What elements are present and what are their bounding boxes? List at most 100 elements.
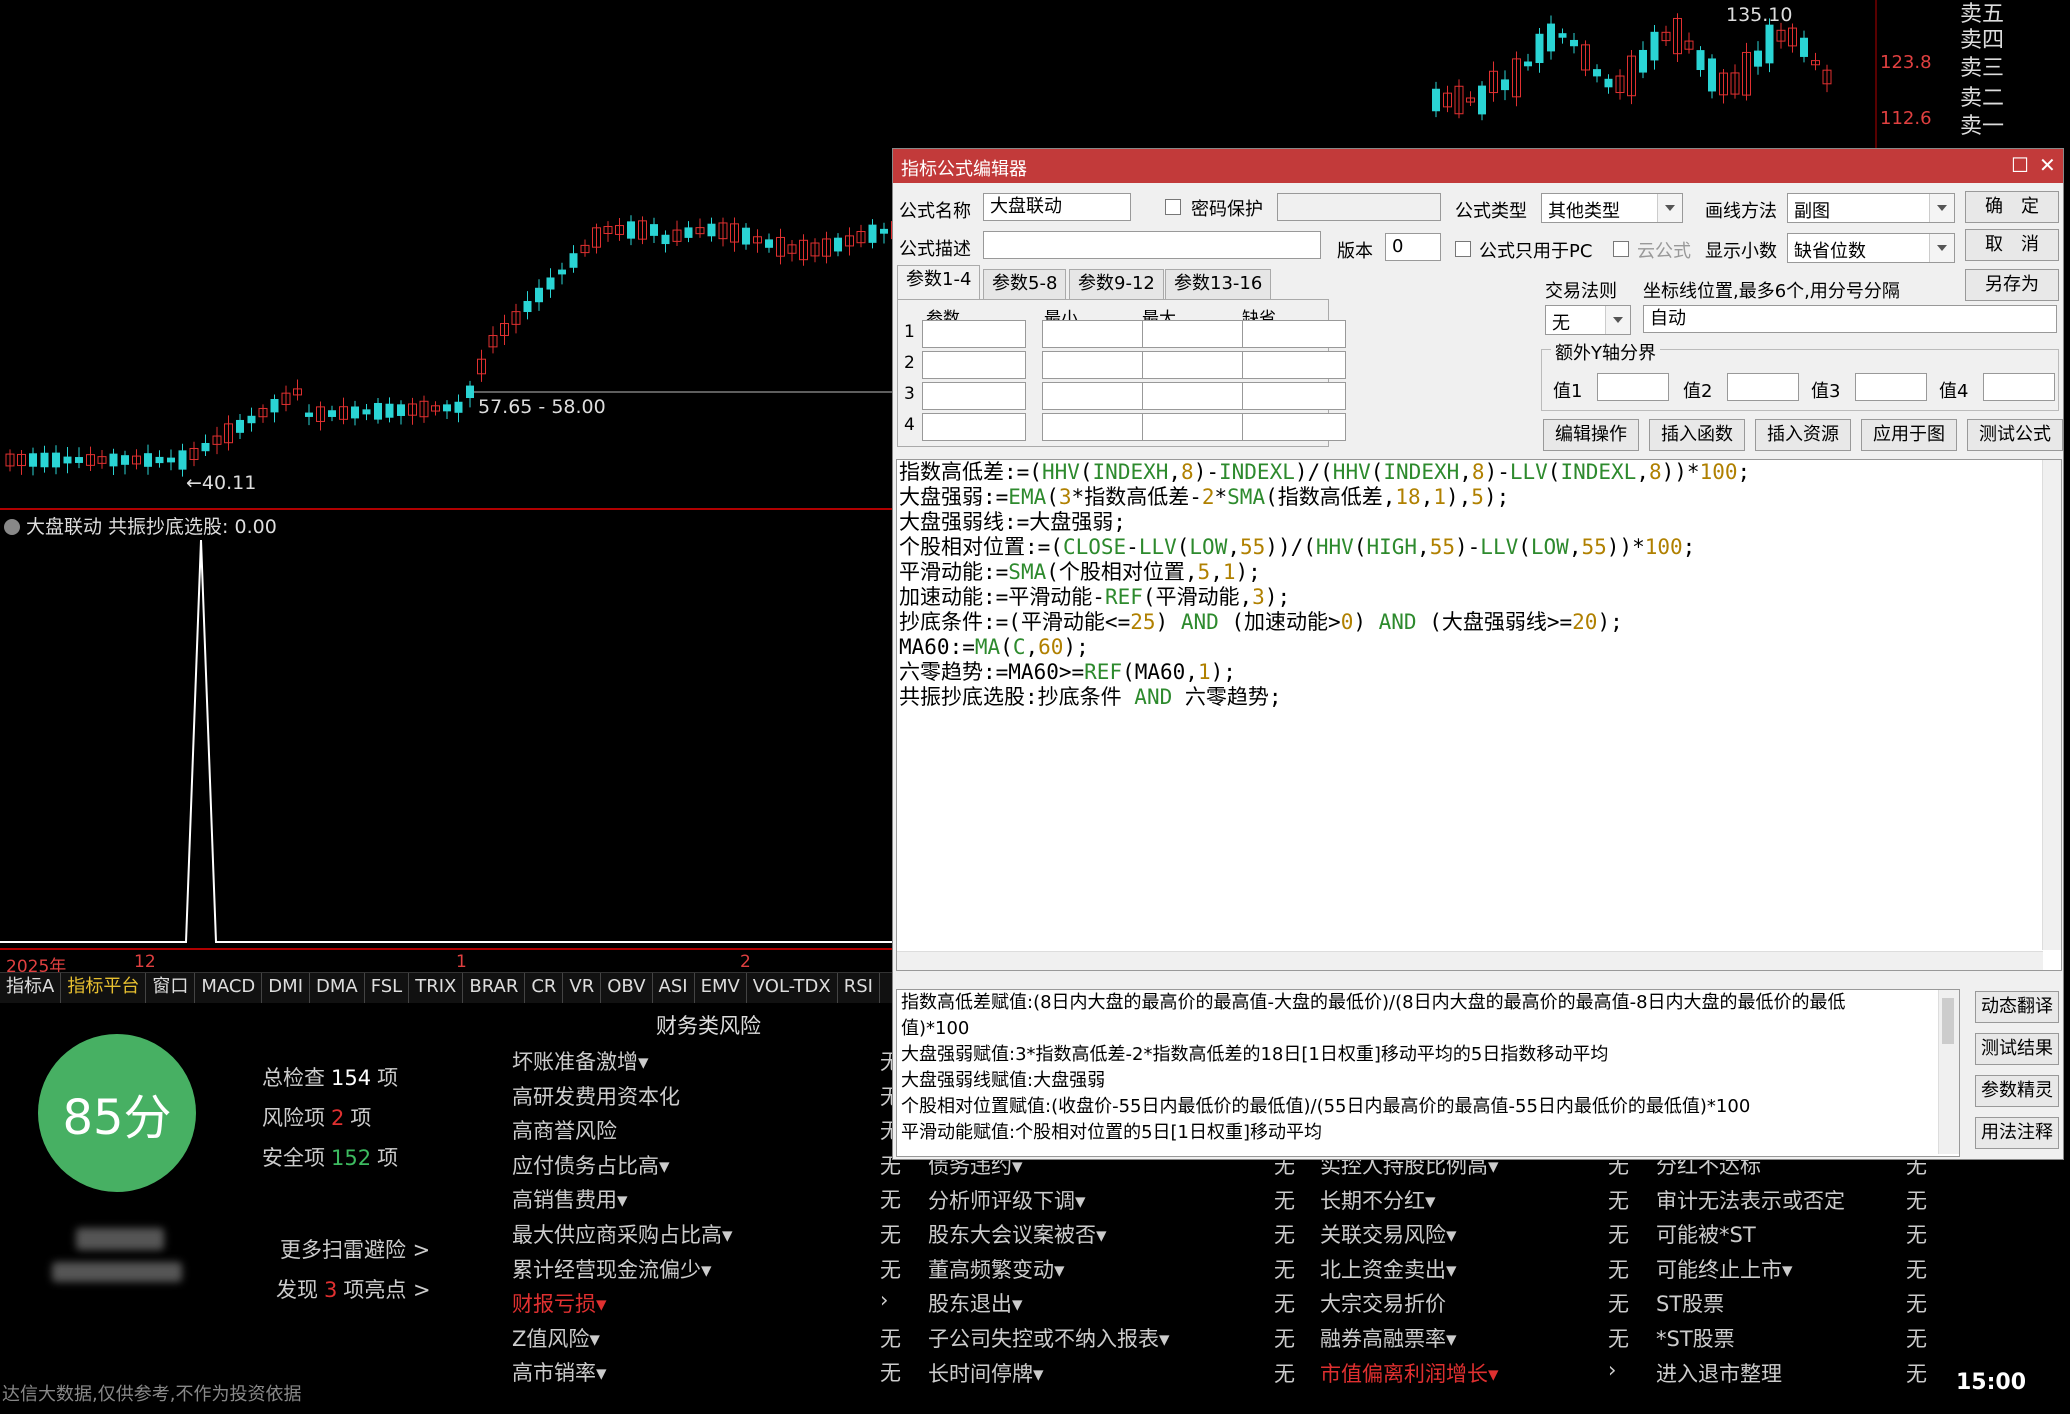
risk-item[interactable]: ST股票: [1656, 1288, 1724, 1318]
param-cell-input[interactable]: [1142, 351, 1246, 379]
editor-side-button[interactable]: 动态翻译: [1975, 991, 2059, 1023]
indicator-tab[interactable]: 指标平台: [61, 973, 147, 1003]
decimal-select[interactable]: 缺省位数: [1787, 233, 1955, 263]
param-cell-input[interactable]: [922, 320, 1026, 348]
pc-only-checkbox[interactable]: [1455, 241, 1471, 257]
more-scan-link[interactable]: 更多扫雷避险 >: [280, 1234, 430, 1264]
risk-item[interactable]: 高研发费用资本化: [512, 1081, 680, 1111]
risk-item[interactable]: *ST股票: [1656, 1323, 1735, 1353]
type-select[interactable]: 其他类型: [1541, 193, 1683, 223]
param-cell-input[interactable]: [1142, 382, 1246, 410]
risk-item[interactable]: 可能被*ST: [1656, 1219, 1756, 1249]
param-cell-input[interactable]: [1142, 320, 1246, 348]
tab-params-5-8[interactable]: 参数5-8: [983, 269, 1067, 300]
param-cell-input[interactable]: [1242, 351, 1346, 379]
param-cell-input[interactable]: [1242, 413, 1346, 441]
toggle-icon[interactable]: [4, 519, 20, 535]
tab-params-1-4[interactable]: 参数1-4: [897, 265, 981, 300]
param-cell-input[interactable]: [1042, 382, 1146, 410]
version-input[interactable]: 0: [1385, 233, 1441, 261]
param-cell-input[interactable]: [922, 351, 1026, 379]
indicator-tab[interactable]: OBV: [601, 973, 653, 1003]
param-cell-input[interactable]: [1242, 382, 1346, 410]
indicator-tab[interactable]: MACD: [195, 973, 263, 1003]
param-cell-input[interactable]: [922, 413, 1026, 441]
indicator-tab[interactable]: TRIX: [409, 973, 464, 1003]
dialog-titlebar[interactable]: 指标公式编辑器 ☐ ✕: [893, 149, 2063, 183]
risk-item[interactable]: 长期不分红▾: [1320, 1185, 1436, 1215]
ok-button[interactable]: 确 定: [1965, 191, 2059, 223]
password-input[interactable]: [1277, 193, 1441, 221]
param-cell-input[interactable]: [1042, 351, 1146, 379]
risk-item[interactable]: 累计经营现金流偏少▾: [512, 1254, 712, 1284]
indicator-tab[interactable]: EMV: [695, 973, 747, 1003]
risk-item[interactable]: 关联交易风险▾: [1320, 1219, 1457, 1249]
risk-item[interactable]: 子公司失控或不纳入报表▾: [928, 1323, 1170, 1353]
risk-item[interactable]: 股东退出▾: [928, 1288, 1023, 1318]
editor-action-button[interactable]: 插入资源: [1755, 419, 1851, 451]
tab-params-9-12[interactable]: 参数9-12: [1069, 269, 1164, 300]
risk-item[interactable]: 大宗交易折价: [1320, 1288, 1446, 1318]
editor-side-button[interactable]: 参数精灵: [1975, 1075, 2059, 1107]
vertical-scrollbar[interactable]: [1938, 990, 1959, 1154]
editor-action-button[interactable]: 应用于图: [1861, 419, 1957, 451]
formula-code-editor[interactable]: 指数高低差:=(HHV(INDEXH,8)-INDEXL)/(HHV(INDEX…: [896, 459, 2062, 971]
param-cell-input[interactable]: [1042, 320, 1146, 348]
save-as-button[interactable]: 另存为: [1965, 269, 2059, 301]
yaxis-value-input[interactable]: [1727, 373, 1799, 401]
risk-item[interactable]: 高市销率▾: [512, 1357, 607, 1387]
risk-item[interactable]: 北上资金卖出▾: [1320, 1254, 1457, 1284]
risk-item[interactable]: 高商誉风险: [512, 1115, 617, 1145]
indicator-tab[interactable]: BRAR: [463, 973, 526, 1003]
cloud-checkbox[interactable]: [1613, 241, 1629, 257]
risk-item[interactable]: 应付债务占比高▾: [512, 1150, 670, 1180]
indicator-tab[interactable]: VOL-TDX: [747, 973, 838, 1003]
highlight-link[interactable]: 发现 3 项亮点 >: [276, 1274, 431, 1304]
editor-action-button[interactable]: 插入函数: [1649, 419, 1745, 451]
risk-item[interactable]: Z值风险▾: [512, 1323, 600, 1353]
indicator-tab[interactable]: ASI: [653, 973, 695, 1003]
risk-item[interactable]: 股东大会议案被否▾: [928, 1219, 1107, 1249]
yaxis-value-input[interactable]: [1855, 373, 1927, 401]
formula-name-input[interactable]: 大盘联动: [983, 193, 1131, 221]
risk-item[interactable]: 可能终止上市▾: [1656, 1254, 1793, 1284]
indicator-tab[interactable]: 指标A: [0, 973, 62, 1003]
yaxis-value-input[interactable]: [1597, 373, 1669, 401]
indicator-tab[interactable]: CR: [525, 973, 564, 1003]
scrollbar-thumb[interactable]: [1942, 998, 1954, 1044]
password-checkbox[interactable]: [1165, 199, 1181, 215]
param-cell-input[interactable]: [1142, 413, 1246, 441]
indicator-tab[interactable]: DMI: [262, 973, 310, 1003]
indicator-tab[interactable]: VR: [563, 973, 602, 1003]
risk-item[interactable]: 进入退市整理: [1656, 1358, 1782, 1388]
horizontal-scrollbar[interactable]: [897, 951, 2043, 970]
formula-desc-input[interactable]: [983, 231, 1321, 259]
editor-action-button[interactable]: 编辑操作: [1543, 419, 1639, 451]
editor-side-button[interactable]: 测试结果: [1975, 1033, 2059, 1065]
maximize-icon[interactable]: ☐: [2011, 153, 2029, 177]
risk-item[interactable]: 市值偏离利润增长▾: [1320, 1358, 1499, 1388]
editor-action-button[interactable]: 测试公式: [1967, 419, 2063, 451]
coord-input[interactable]: 自动: [1643, 305, 2057, 333]
draw-select[interactable]: 副图: [1787, 193, 1955, 223]
cancel-button[interactable]: 取 消: [1965, 229, 2059, 261]
risk-item[interactable]: 坏账准备激增▾: [512, 1046, 649, 1076]
risk-item[interactable]: 高销售费用▾: [512, 1184, 628, 1214]
indicator-tab[interactable]: RSI: [838, 973, 880, 1003]
risk-item[interactable]: 融券高融票率▾: [1320, 1323, 1457, 1353]
risk-item[interactable]: 最大供应商采购占比高▾: [512, 1219, 733, 1249]
tab-params-13-16[interactable]: 参数13-16: [1165, 269, 1272, 300]
editor-side-button[interactable]: 用法注释: [1975, 1117, 2059, 1149]
yaxis-value-input[interactable]: [1983, 373, 2055, 401]
trade-rule-select[interactable]: 无: [1545, 305, 1631, 335]
risk-item[interactable]: 分析师评级下调▾: [928, 1185, 1086, 1215]
indicator-tab[interactable]: 窗口: [146, 973, 196, 1003]
risk-item[interactable]: 财报亏损▾: [512, 1288, 607, 1318]
param-cell-input[interactable]: [1042, 413, 1146, 441]
risk-item[interactable]: 董高频繁变动▾: [928, 1254, 1065, 1284]
risk-item[interactable]: 长时间停牌▾: [928, 1358, 1044, 1388]
risk-item[interactable]: 审计无法表示或否定: [1656, 1185, 1845, 1215]
param-cell-input[interactable]: [1242, 320, 1346, 348]
vertical-scrollbar[interactable]: [2042, 460, 2061, 950]
param-cell-input[interactable]: [922, 382, 1026, 410]
